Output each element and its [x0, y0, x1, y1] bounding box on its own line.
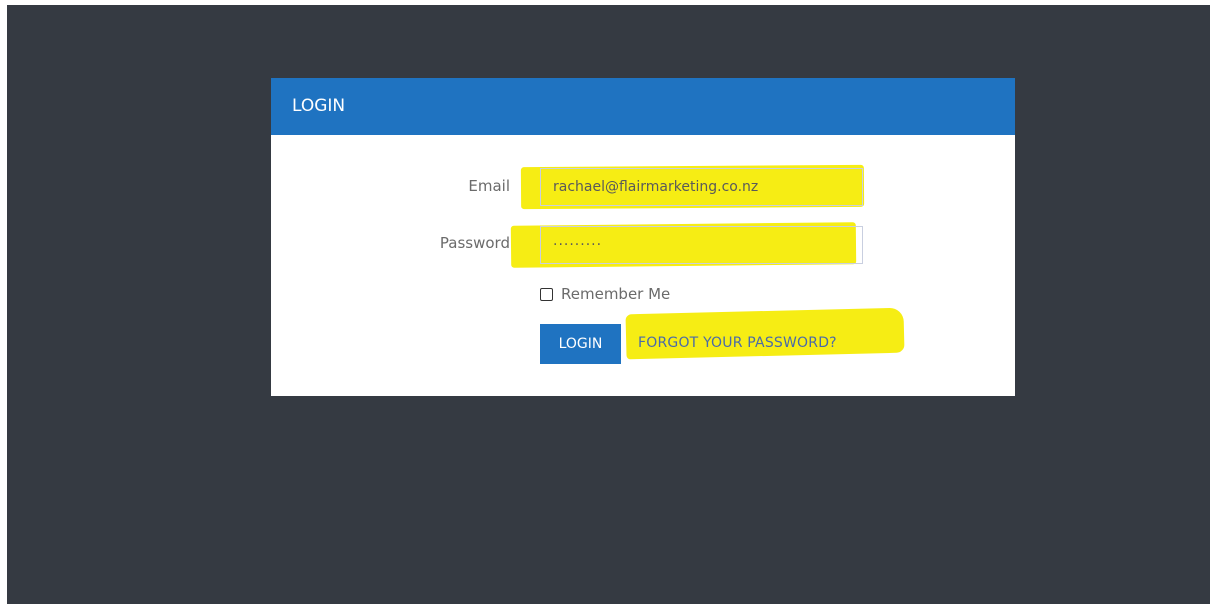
remember-me-checkbox[interactable]	[540, 287, 553, 301]
password-input[interactable]	[540, 226, 863, 264]
login-button[interactable]: LOGIN	[540, 324, 621, 364]
login-card-title: LOGIN	[292, 96, 346, 116]
email-input[interactable]	[540, 168, 863, 206]
forgot-password-link[interactable]: FORGOT YOUR PASSWORD?	[638, 335, 837, 351]
remember-me-row[interactable]: Remember Me	[540, 285, 670, 303]
page-background: LOGIN Email Password Remember Me LOGIN F…	[7, 5, 1210, 604]
remember-me-label: Remember Me	[561, 285, 671, 303]
forgot-highlight-mark	[625, 307, 905, 360]
login-card-header: LOGIN	[271, 78, 1015, 135]
password-label: Password	[439, 234, 510, 252]
login-card: LOGIN Email Password Remember Me LOGIN F…	[271, 78, 1015, 396]
email-label: Email	[468, 177, 510, 195]
